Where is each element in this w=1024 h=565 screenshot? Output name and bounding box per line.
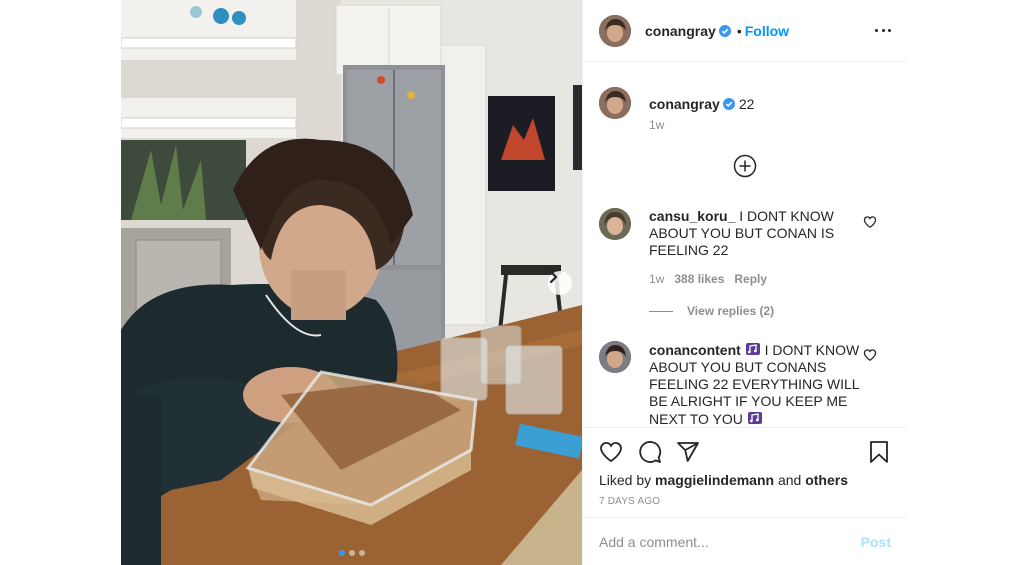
chevron-right-icon <box>549 271 558 283</box>
liked-by-others[interactable]: others <box>805 472 848 488</box>
photo-scene <box>121 0 582 565</box>
view-replies-button[interactable]: View replies (2) <box>649 304 774 318</box>
heart-icon[interactable] <box>599 440 623 464</box>
comments-section[interactable]: conangray 22 1w cansu_koru_ I DONT KNOW … <box>583 63 907 426</box>
carousel-dot-active <box>338 550 345 556</box>
comment-meta: 1w 388 likes Reply <box>649 271 861 288</box>
view-replies-label: View replies (2) <box>687 304 775 318</box>
post-comment-button[interactable]: Post <box>861 534 891 550</box>
post-header: conangray • Follow <box>583 0 907 62</box>
comment-body: cansu_koru_ I DONT KNOW ABOUT YOU BUT CO… <box>649 208 861 288</box>
add-circle-icon[interactable] <box>733 154 757 178</box>
verified-icon <box>722 98 735 110</box>
caption-time[interactable]: 1w <box>649 118 664 132</box>
post-modal: conangray • Follow conangray 22 1w cansu… <box>121 0 907 565</box>
caption-username[interactable]: conangray <box>649 96 720 112</box>
share-icon[interactable] <box>676 440 700 464</box>
avatar-image <box>599 208 631 240</box>
comment-input[interactable] <box>599 533 861 550</box>
comment-username[interactable]: conancontent <box>649 342 741 358</box>
next-photo-button[interactable] <box>548 271 572 295</box>
comment-username[interactable]: cansu_koru_ <box>649 208 735 224</box>
caption: conangray 22 <box>599 87 754 119</box>
caption-avatar[interactable] <box>599 87 631 119</box>
more-icon-dot <box>881 28 885 32</box>
music-icon <box>745 343 760 355</box>
carousel-dot <box>348 550 355 556</box>
music-emoji <box>745 341 761 357</box>
heart-icon[interactable] <box>863 215 877 229</box>
liked-by-prefix: Liked by <box>599 472 652 488</box>
comment-body: conancontent I DONT KNOW ABOUT YOU BUT C… <box>649 341 861 426</box>
more-options-button[interactable] <box>875 22 891 38</box>
post-timestamp[interactable]: 7 DAYS AGO <box>599 496 660 507</box>
avatar-image <box>599 341 631 373</box>
comment-item: conancontent I DONT KNOW ABOUT YOU BUT C… <box>599 341 899 426</box>
carousel-indicator <box>121 550 582 556</box>
replies-divider <box>649 310 673 312</box>
music-emoji <box>747 410 763 426</box>
post-actions: Liked by maggielindemann and others 7 DA… <box>583 427 907 507</box>
commenter-avatar[interactable] <box>599 208 631 240</box>
comment-item: cansu_koru_ I DONT KNOW ABOUT YOU BUT CO… <box>599 208 899 288</box>
verified-icon <box>718 24 731 37</box>
caption-body: 22 <box>738 96 755 112</box>
caption-text: conangray 22 <box>649 95 754 119</box>
comment-likes[interactable]: 388 likes <box>674 271 724 288</box>
likes-summary: Liked by maggielindemann and others <box>599 472 848 488</box>
follow-separator: • <box>736 22 742 39</box>
action-icons <box>599 440 891 464</box>
bookmark-icon[interactable] <box>867 440 891 464</box>
add-comment-bar: Post <box>583 517 907 565</box>
heart-icon[interactable] <box>863 348 877 362</box>
avatar-image <box>599 14 631 47</box>
more-icon-dot <box>888 28 891 32</box>
carousel-dot <box>358 550 365 556</box>
music-icon <box>747 412 762 424</box>
comment-icon[interactable] <box>638 440 662 464</box>
follow-button[interactable]: Follow <box>745 23 789 39</box>
author-avatar[interactable] <box>599 14 631 47</box>
avatar-image <box>599 87 631 119</box>
post-side-panel: conangray • Follow conangray 22 1w cansu… <box>582 0 907 565</box>
author-username[interactable]: conangray <box>645 23 716 39</box>
more-icon <box>875 28 878 32</box>
liked-by-and: and <box>777 472 802 488</box>
commenter-avatar[interactable] <box>599 341 631 373</box>
reply-button[interactable]: Reply <box>734 271 767 288</box>
comment-time[interactable]: 1w <box>649 271 664 288</box>
post-photo[interactable] <box>121 0 582 565</box>
liked-by-user[interactable]: maggielindemann <box>655 472 774 488</box>
